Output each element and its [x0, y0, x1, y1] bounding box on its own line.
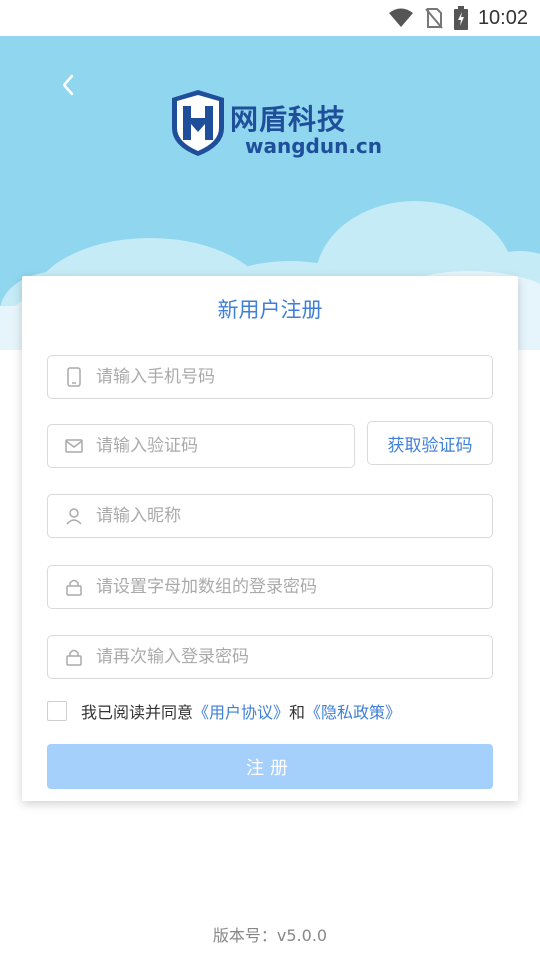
confirm-password-input[interactable] [94, 636, 492, 678]
status-bar: 10:02 [0, 0, 540, 36]
agreement-row: 我已阅读并同意 《用户协议》 和 《隐私政策》 [47, 700, 401, 722]
verification-code-field [47, 424, 355, 468]
and-text: 和 [289, 703, 306, 722]
confirm-password-field [47, 635, 493, 679]
brand-logo: 网盾科技 wangdun.cn [170, 88, 383, 160]
back-button[interactable] [54, 70, 84, 100]
logo-domain-text: wangdun.cn [245, 134, 383, 158]
get-code-button[interactable]: 获取验证码 [367, 421, 493, 465]
verification-code-input[interactable] [94, 425, 354, 467]
agree-text: 我已阅读并同意 [81, 703, 194, 722]
status-time: 10:02 [477, 6, 528, 29]
wifi-icon [388, 8, 413, 27]
phone-icon [64, 367, 84, 387]
register-button[interactable]: 注册 [47, 744, 493, 789]
chevron-left-icon [62, 74, 74, 96]
privacy-policy-link[interactable]: 《隐私政策》 [305, 699, 401, 723]
agree-checkbox[interactable] [47, 701, 67, 721]
lock-icon [64, 647, 84, 667]
logo-chinese-text: 网盾科技 [230, 103, 347, 136]
phone-field [47, 355, 493, 399]
status-icons: 10:02 [388, 6, 528, 30]
mail-icon [64, 436, 84, 456]
no-sim-icon [425, 8, 443, 29]
nickname-field [47, 494, 493, 538]
register-card: 新用户注册 获取验证码 我已阅读并同意 《用户协议》 和 [22, 276, 518, 801]
battery-charging-icon [453, 6, 468, 30]
nickname-input[interactable] [94, 495, 492, 537]
password-field [47, 565, 493, 609]
password-input[interactable] [94, 566, 492, 608]
page-title: 新用户注册 [217, 298, 323, 322]
phone-input[interactable] [94, 356, 492, 398]
lock-icon [64, 577, 84, 597]
version-text: 版本号：v5.0.0 [212, 926, 328, 945]
shield-logo-icon [172, 90, 224, 156]
user-icon [64, 506, 84, 526]
user-agreement-link[interactable]: 《用户协议》 [193, 699, 289, 723]
